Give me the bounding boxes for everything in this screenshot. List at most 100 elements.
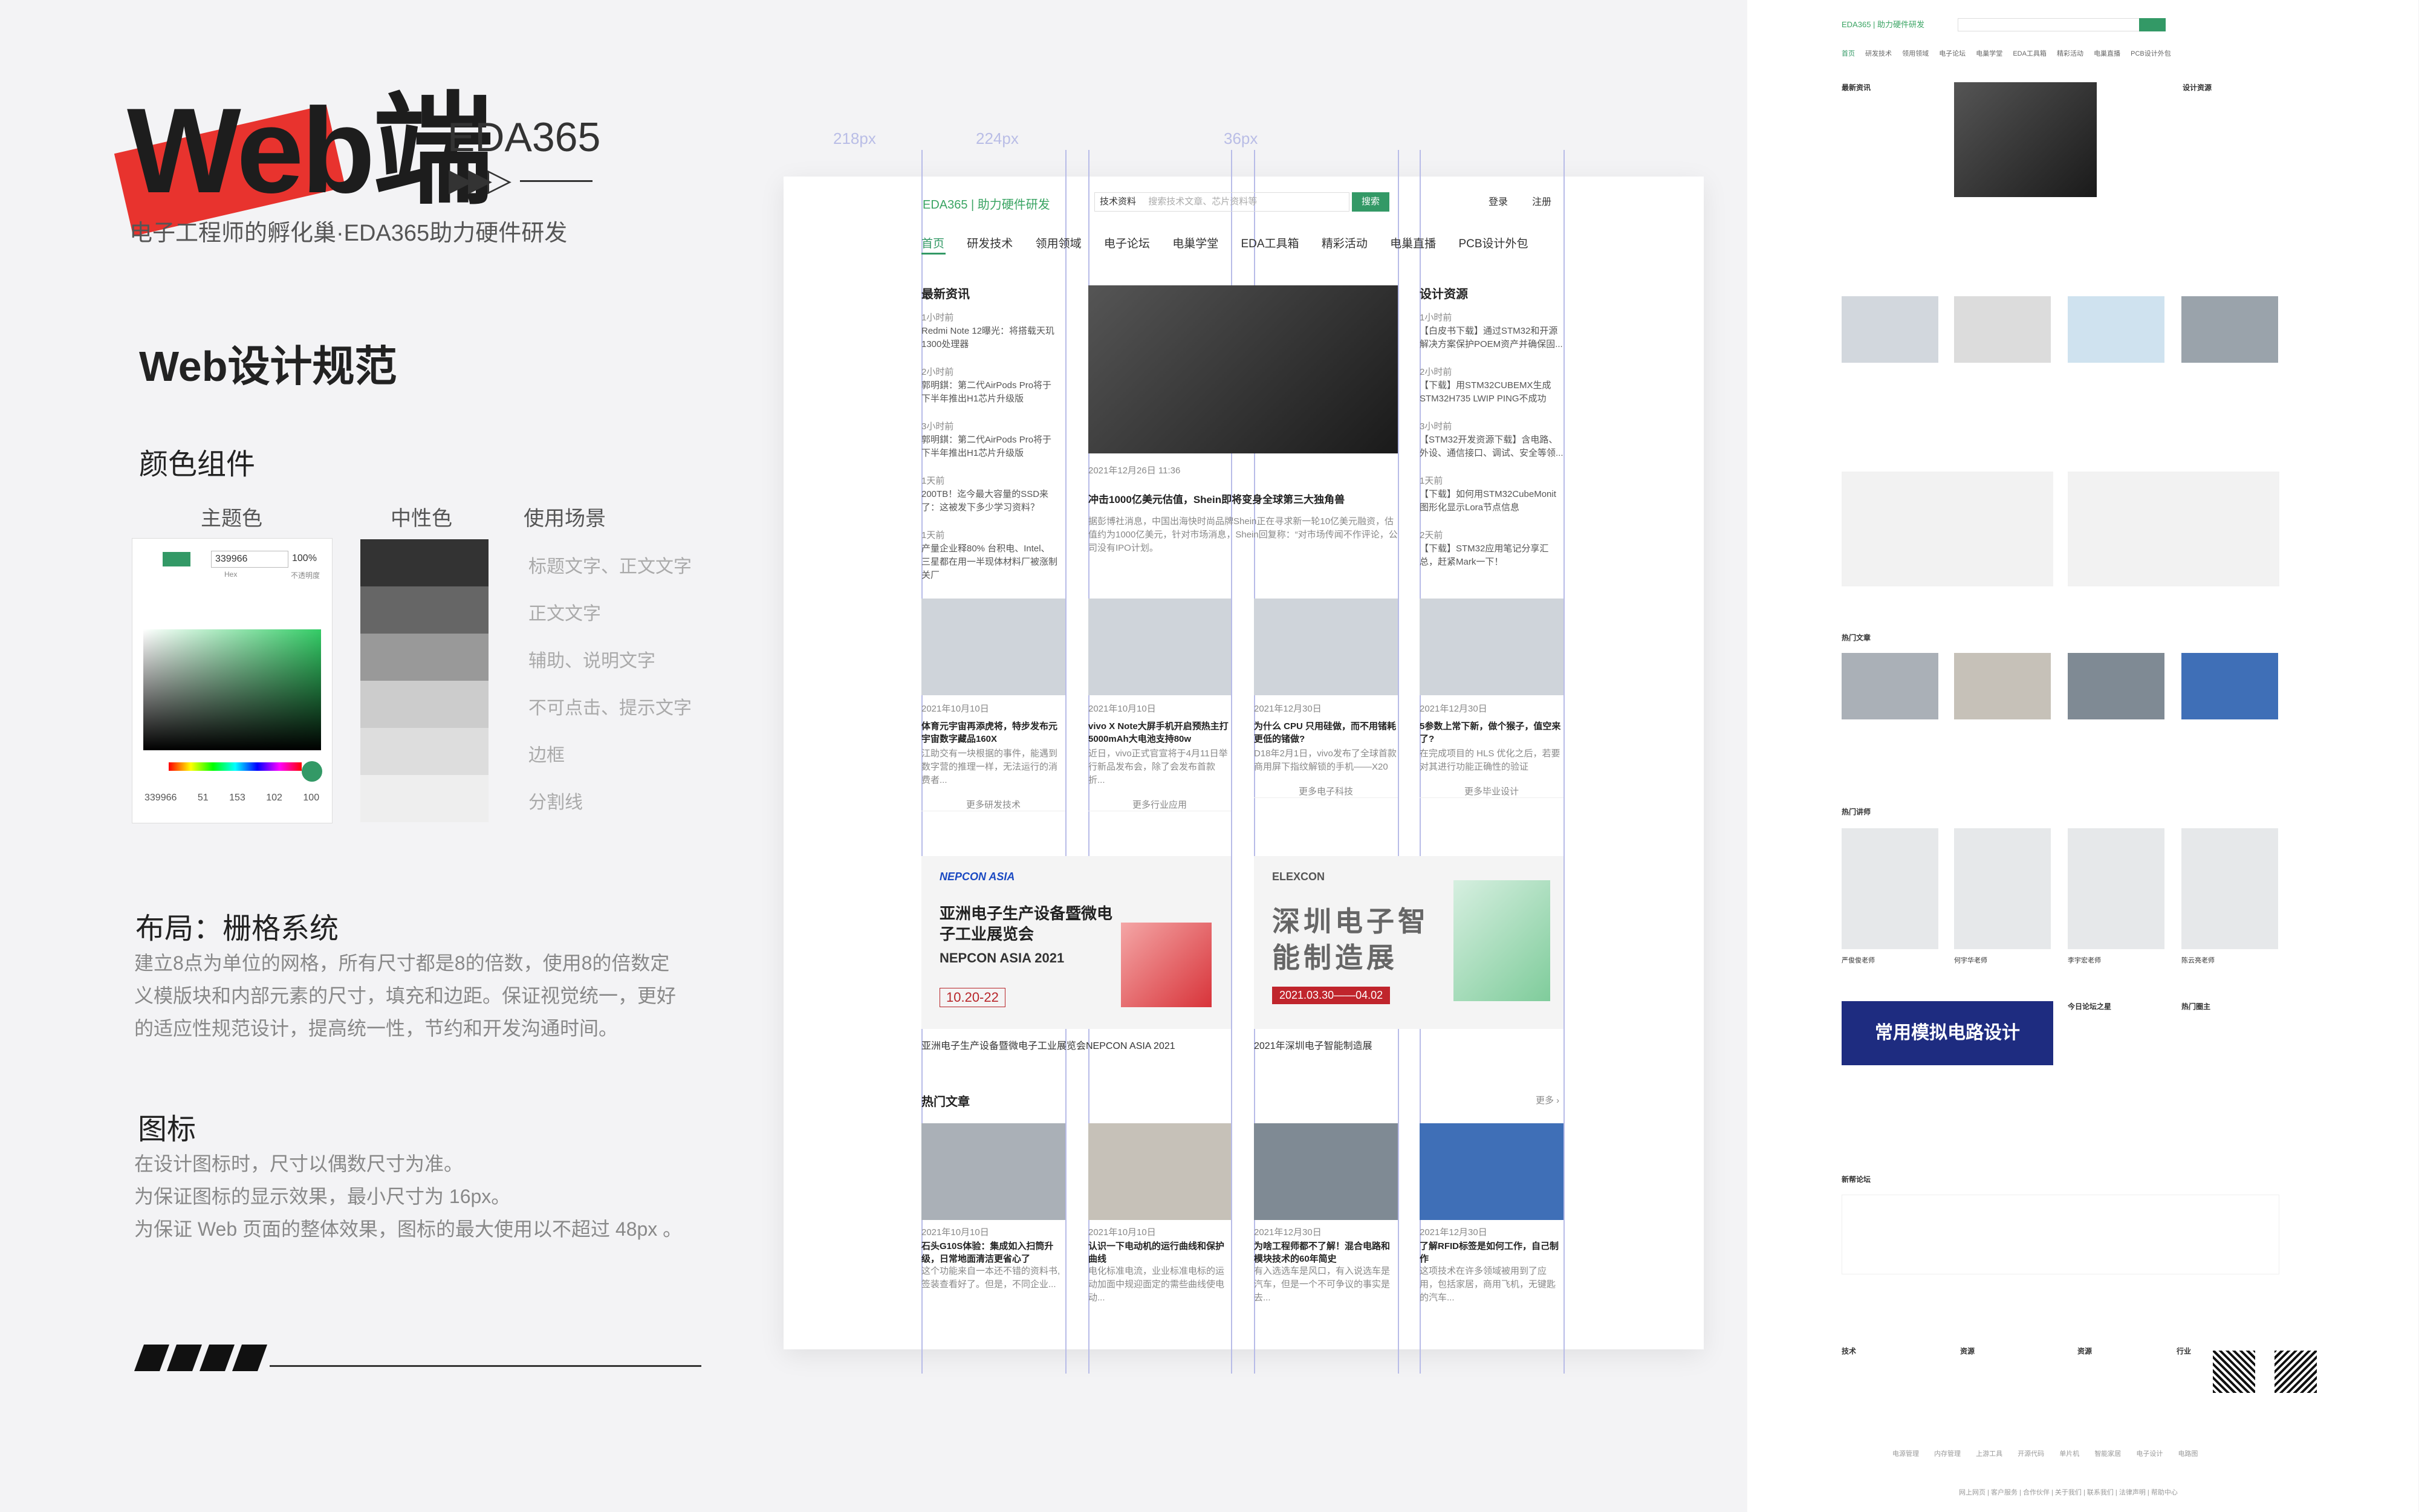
lecturer-photo[interactable] <box>2068 828 2164 949</box>
nav-item[interactable]: 领用领域 <box>1902 50 1929 57</box>
featured-image-small[interactable] <box>1954 82 2097 197</box>
footer-link[interactable]: 上游工具 <box>1976 1450 2002 1458</box>
search-category[interactable]: 技术资料 <box>1095 196 1136 207</box>
card-more-link[interactable]: 更多研发技术 <box>921 798 1065 811</box>
lecturer-photo[interactable] <box>1954 828 2051 949</box>
card[interactable]: 2021年12月30日 5参数上常下新，做个猴子，值空来了? 在完成项目的 HL… <box>1420 702 1563 798</box>
hot-item[interactable]: 2021年10月10日 认识一下电动机的运行曲线和保护曲线 电化标准电流，业业标… <box>1088 1226 1231 1305</box>
card-image[interactable] <box>1420 599 1563 695</box>
card[interactable]: 2021年12月30日 为什么 CPU 只用硅做，而不用锗耗更低的锗做? D18… <box>1254 702 1398 798</box>
search-box-small[interactable] <box>1958 18 2140 31</box>
banner-caption[interactable]: 2021年深圳电子智能制造展 <box>1254 1040 1372 1053</box>
site-logo-small[interactable]: EDA365 | 助力硬件研发 <box>1842 18 1924 30</box>
card[interactable]: 2021年10月10日 体育元宇宙再添虎将，特步发布元宇宙数字藏品160X 江助… <box>921 702 1065 811</box>
featured-title[interactable]: 冲击1000亿美元估值，Shein即将变身全球第三大独角兽 <box>1088 491 1398 506</box>
course-banner[interactable]: 常用模拟电路设计 <box>1842 1001 2053 1065</box>
nav-item[interactable]: 电子论坛 <box>1939 50 1966 57</box>
news-item[interactable]: 3小时前 郭明錤：第二代AirPods Pro将于下半年推出H1芯片升级版 <box>921 420 1058 460</box>
card-more-link[interactable]: 更多毕业设计 <box>1420 785 1563 798</box>
footer-link[interactable]: 开源代码 <box>2018 1450 2044 1458</box>
nav-item[interactable]: 电子论坛 <box>1104 238 1150 250</box>
nav-item[interactable]: 精彩活动 <box>2057 50 2083 57</box>
register-link[interactable]: 注册 <box>1532 193 1551 208</box>
expo-banner-small[interactable] <box>1842 472 2053 586</box>
card-more-link[interactable]: 更多行业应用 <box>1088 798 1231 811</box>
hot-image[interactable] <box>921 1123 1065 1220</box>
hot-image-small[interactable] <box>2068 653 2164 719</box>
card-more-link[interactable]: 更多电子科技 <box>1254 785 1398 798</box>
featured-image[interactable] <box>1088 285 1398 453</box>
nav-item-home[interactable]: 首页 <box>921 238 944 250</box>
footer-link[interactable]: 电路图 <box>2178 1450 2198 1458</box>
nav-item[interactable]: 领用领域 <box>1036 238 1082 250</box>
hot-item[interactable]: 2021年12月30日 了解RFID标签是如何工作，自己制作 这项技术在许多领域… <box>1420 1226 1563 1305</box>
hot-item[interactable]: 2021年10月10日 石头G10S体验：集成如入扫筒升级，日常地面清洁更省心了… <box>921 1226 1065 1291</box>
color-picker[interactable]: 339966 100% Hex 不透明度 339966 51 153 102 1… <box>132 538 333 823</box>
login-link[interactable]: 登录 <box>1489 193 1508 208</box>
footer-link[interactable]: 电源管理 <box>1892 1450 1919 1458</box>
nav-item[interactable]: 研发技术 <box>967 238 1013 250</box>
hue-slider[interactable] <box>169 762 302 771</box>
hot-image-small[interactable] <box>1954 653 2051 719</box>
expo-banner[interactable]: ELEXCON 深圳电子智能制造展 2021.03.30——04.02 <box>1254 856 1563 1029</box>
site-logo[interactable]: EDA365 | 助力硬件研发 <box>923 195 1050 212</box>
resource-item[interactable]: 1天前 【下载】如何用STM32CubeMonit图形化显示Lora节点信息 <box>1420 475 1563 514</box>
resource-item[interactable]: 2天前 【下载】STM32应用笔记分享汇总，赶紧Mark一下！ <box>1420 529 1563 569</box>
news-item[interactable]: 1天前 200TB！迄今最大容量的SSD来了：这被发下多少学习资料？ <box>921 475 1058 514</box>
footer-link[interactable]: 智能家居 <box>2094 1450 2121 1458</box>
news-item[interactable]: 1小时前 Redmi Note 12曝光：将搭载天玑1300处理器 <box>921 311 1058 351</box>
card-image[interactable] <box>921 599 1065 695</box>
hot-image[interactable] <box>1420 1123 1563 1220</box>
icon-line: 为保证 Web 页面的整体效果，图标的最大使用以不超过 48px 。 <box>134 1218 683 1240</box>
card-image-small[interactable] <box>1842 296 1938 363</box>
nav-item[interactable]: 研发技术 <box>1865 50 1892 57</box>
nav-item[interactable]: 电巢直播 <box>2094 50 2120 57</box>
hot-image[interactable] <box>1254 1123 1398 1220</box>
expo-banner-small[interactable] <box>2068 472 2279 586</box>
resource-item[interactable]: 2小时前 【下载】用STM32CUBEMX生成STM32H735 LWIP PIN… <box>1420 366 1563 406</box>
hot-image[interactable] <box>1088 1123 1231 1220</box>
nav-item[interactable]: 电巢学堂 <box>1976 50 2002 57</box>
news-item[interactable]: 1天前 产量企业释80% 台积电、Intel、三星都在用一半现体材料厂被涨制关厂 <box>921 529 1058 582</box>
expo-banner[interactable]: NEPCON ASIA 亚洲电子生产设备暨微电子工业展览会 NEPCON ASI… <box>921 856 1231 1029</box>
footer-link[interactable]: 电子设计 <box>2136 1450 2163 1458</box>
nav-item[interactable]: EDA工具箱 <box>2013 50 2047 57</box>
news-item[interactable]: 2小时前 郭明錤：第二代AirPods Pro将于下半年推出H1芯片升级版 <box>921 366 1058 406</box>
hot-image-small[interactable] <box>1842 653 1938 719</box>
nav-item[interactable]: 电巢直播 <box>1390 238 1436 250</box>
nav-item[interactable]: PCB设计外包 <box>2131 50 2171 57</box>
search-button-small[interactable] <box>2139 18 2166 31</box>
search-input[interactable]: 搜索技术文章、芯片资料等 <box>1138 196 1257 207</box>
usage-item: 分割线 <box>528 793 583 813</box>
hex-input[interactable]: 339966 <box>211 551 288 568</box>
nav-item[interactable]: EDA工具箱 <box>1241 238 1299 250</box>
resource-item[interactable]: 1小时前 【白皮书下载】通过STM32和开源解决方案保护POEM资产并确保固... <box>1420 311 1563 351</box>
resource-item[interactable]: 3小时前 【STM32开发资源下载】含电路、外设、通信接口、调试、安全等领... <box>1420 420 1563 460</box>
search-button[interactable]: 搜索 <box>1352 192 1389 212</box>
lecturer-photo[interactable] <box>1842 828 1938 949</box>
footer-link[interactable]: 内存管理 <box>1934 1450 1961 1458</box>
card-image[interactable] <box>1254 599 1398 695</box>
color-swatch[interactable] <box>163 552 190 566</box>
nav-item[interactable]: PCB设计外包 <box>1458 238 1528 250</box>
more-link[interactable]: 更多 › <box>1536 1094 1559 1108</box>
card-image-small[interactable] <box>1954 296 2051 363</box>
hot-date: 2021年12月30日 <box>1254 1227 1322 1238</box>
card[interactable]: 2021年10月10日 vivo X Note大屏手机开启预热主打5000mAh… <box>1088 702 1231 811</box>
footer-link[interactable]: 单片机 <box>2059 1450 2079 1458</box>
card-image-small[interactable] <box>2068 296 2164 363</box>
lecturer-photo[interactable] <box>2181 828 2278 949</box>
hot-image-small[interactable] <box>2181 653 2278 719</box>
nav-item[interactable]: 精彩活动 <box>1322 238 1368 250</box>
card-image-small[interactable] <box>2181 296 2278 363</box>
saturation-area[interactable] <box>143 629 321 750</box>
nav-item-home[interactable]: 首页 <box>1842 50 1855 57</box>
nav-item[interactable]: 电巢学堂 <box>1172 238 1218 250</box>
banner-caption[interactable]: 亚洲电子生产设备暨微电子工业展览会NEPCON ASIA 2021 <box>921 1040 1175 1053</box>
search-box[interactable]: 技术资料 搜索技术文章、芯片资料等 <box>1094 192 1349 212</box>
resource-time: 1天前 <box>1420 476 1443 486</box>
forum-row[interactable] <box>1842 1195 2279 1274</box>
card-image[interactable] <box>1088 599 1231 695</box>
usage-item: 正文文字 <box>528 604 601 624</box>
hot-item[interactable]: 2021年12月30日 为啥工程师都不了解！混合电路和模块技术的60年简史 有入… <box>1254 1226 1398 1305</box>
